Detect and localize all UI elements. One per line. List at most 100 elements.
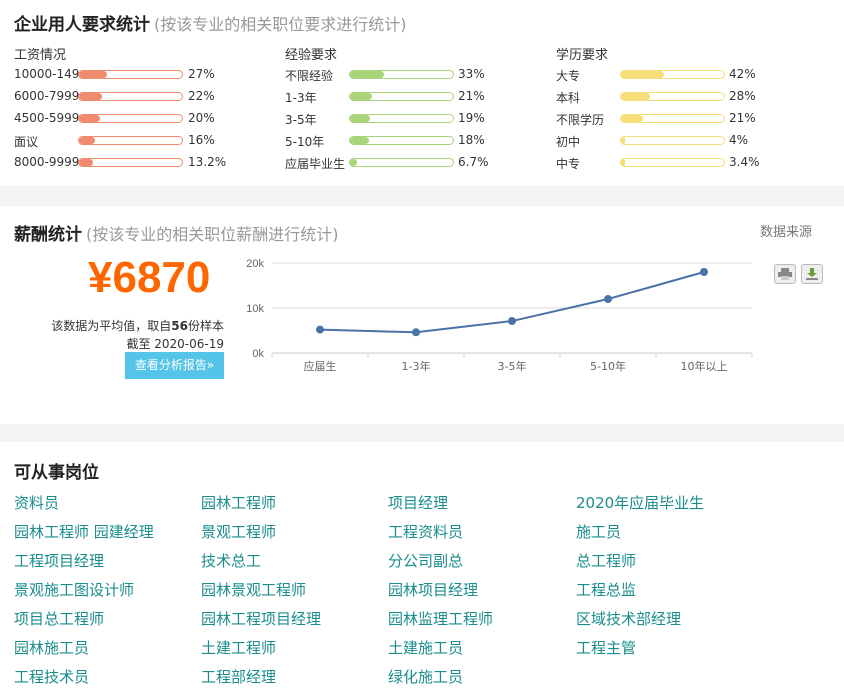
education-percent: 3.4% [729,155,760,169]
jobs-title: 可从事岗位 [14,463,99,483]
salary-bar-fill [79,93,102,100]
job-link[interactable]: 土建工程师 [201,637,276,658]
experience-row: 不限经验 33% [285,64,525,86]
job-link[interactable]: 工程技术员 [14,666,89,687]
experience-bar-fill [350,71,384,78]
salary-label: 6000-7999 [14,89,80,103]
salary-percent: 20% [188,111,215,125]
view-report-button[interactable]: 查看分析报告» [125,352,224,379]
job-link[interactable]: 园林工程师 园建经理 [14,521,154,542]
job-link[interactable]: 绿化施工员 [388,666,463,687]
salary-point [700,268,708,276]
salary-line-chart: 0k 10k 20k 应届生 1-3年 3-5年 5-10年 10年以上 [246,258,753,373]
education-bar-fill [621,93,650,100]
experience-bar [349,158,454,167]
sample-count: 56 [171,319,188,333]
salary-heading: 工资情况 [14,48,67,63]
education-bar-fill [621,137,626,144]
salary-bar [78,70,183,79]
education-row: 本科 28% [556,86,796,108]
job-link[interactable]: 项目总工程师 [14,608,104,629]
job-link[interactable]: 园林项目经理 [388,579,478,600]
experience-bar-fill [350,159,357,166]
section-divider [0,186,844,206]
salary-bar-fill [79,159,93,166]
experience-bar [349,114,454,123]
experience-label: 不限经验 [285,69,334,83]
salary-row: 8000-9999 13.2% [14,152,254,174]
education-bar [620,136,725,145]
job-link[interactable]: 资料员 [14,492,59,513]
salary-point [604,295,612,303]
job-link[interactable]: 土建施工员 [388,637,463,658]
experience-label: 5-10年 [285,135,325,149]
salary-bar-fill [79,115,100,122]
experience-heading: 经验要求 [285,48,338,63]
salary-label: 8000-9999 [14,155,80,169]
job-link[interactable]: 总工程师 [576,550,636,571]
experience-bar-fill [350,137,369,144]
education-label: 不限学历 [556,113,605,127]
experience-label: 3-5年 [285,113,317,127]
salary-column: 工资情况 10000-14999 27% 6000-7999 22% 4500-5999… [14,44,254,174]
job-link[interactable]: 项目经理 [388,492,448,513]
experience-percent: 6.7% [458,155,489,169]
education-label: 大专 [556,69,581,83]
job-link[interactable]: 区域技术部经理 [576,608,681,629]
x-tick-label: 1-3年 [402,359,431,373]
x-tick-label: 5-10年 [590,359,626,373]
job-link[interactable]: 工程部经理 [201,666,276,687]
experience-percent: 33% [458,67,485,81]
requirements-title: 企业用人要求统计 (按该专业的相关职位要求进行统计) [14,15,407,35]
experience-row: 5-10年 18% [285,130,525,152]
education-label: 中专 [556,157,581,171]
education-row: 初中 4% [556,130,796,152]
job-link[interactable]: 施工员 [576,521,621,542]
salary-bar [78,158,183,167]
experience-bar-fill [350,115,370,122]
education-row: 不限学历 21% [556,108,796,130]
requirements-subtitle: (按该专业的相关职位要求进行统计) [154,15,407,34]
data-source-link[interactable]: 数据来源 [760,221,812,240]
print-icon[interactable] [774,264,796,284]
education-bar [620,70,725,79]
requirements-section: 企业用人要求统计 (按该专业的相关职位要求进行统计) 工资情况 10000-149… [0,0,844,186]
salary-bar [78,136,183,145]
salary-bar [78,114,183,123]
x-tick-label: 10年以上 [681,359,728,373]
job-link[interactable]: 园林施工员 [14,637,89,658]
job-link[interactable]: 景观工程师 [201,521,276,542]
job-link[interactable]: 2020年应届毕业生 [576,492,704,513]
salary-section-subtitle: (按该专业的相关职位薪酬进行统计) [86,225,339,244]
job-link[interactable]: 工程主管 [576,637,636,658]
job-link[interactable]: 景观施工图设计师 [14,579,134,600]
salary-bar-fill [79,71,107,78]
experience-column: 经验要求 不限经验 33% 1-3年 21% 3-5年 19% 5-10年 18% 应届毕业生 6… [285,44,525,174]
job-link[interactable]: 园林景观工程师 [201,579,306,600]
job-link[interactable]: 园林工程项目经理 [201,608,321,629]
experience-label: 1-3年 [285,91,317,105]
download-icon[interactable] [801,264,823,284]
salary-percent: 16% [188,133,215,147]
y-tick-label: 0k [252,348,264,360]
job-link[interactable]: 园林工程师 [201,492,276,513]
experience-bar-fill [350,93,372,100]
experience-row: 3-5年 19% [285,108,525,130]
job-link[interactable]: 工程项目经理 [14,550,104,571]
average-salary: ¥6870 [88,253,211,302]
job-link[interactable]: 技术总工 [201,550,261,571]
y-tick-label: 20k [246,258,264,270]
y-tick-label: 10k [246,303,264,315]
education-bar-fill [621,159,626,166]
job-link[interactable]: 工程资料员 [388,521,463,542]
education-bar-fill [621,71,665,78]
education-bar [620,158,725,167]
salary-label: 面议 [14,135,39,149]
job-link[interactable]: 园林监理工程师 [388,608,493,629]
job-link[interactable]: 分公司副总 [388,550,463,571]
salary-label: 10000-14999 [14,67,80,81]
education-bar [620,92,725,101]
x-tick-label: 3-5年 [498,359,527,373]
sample-note: 该数据为平均值，取自56份样本 [51,319,224,333]
job-link[interactable]: 工程总监 [576,579,636,600]
